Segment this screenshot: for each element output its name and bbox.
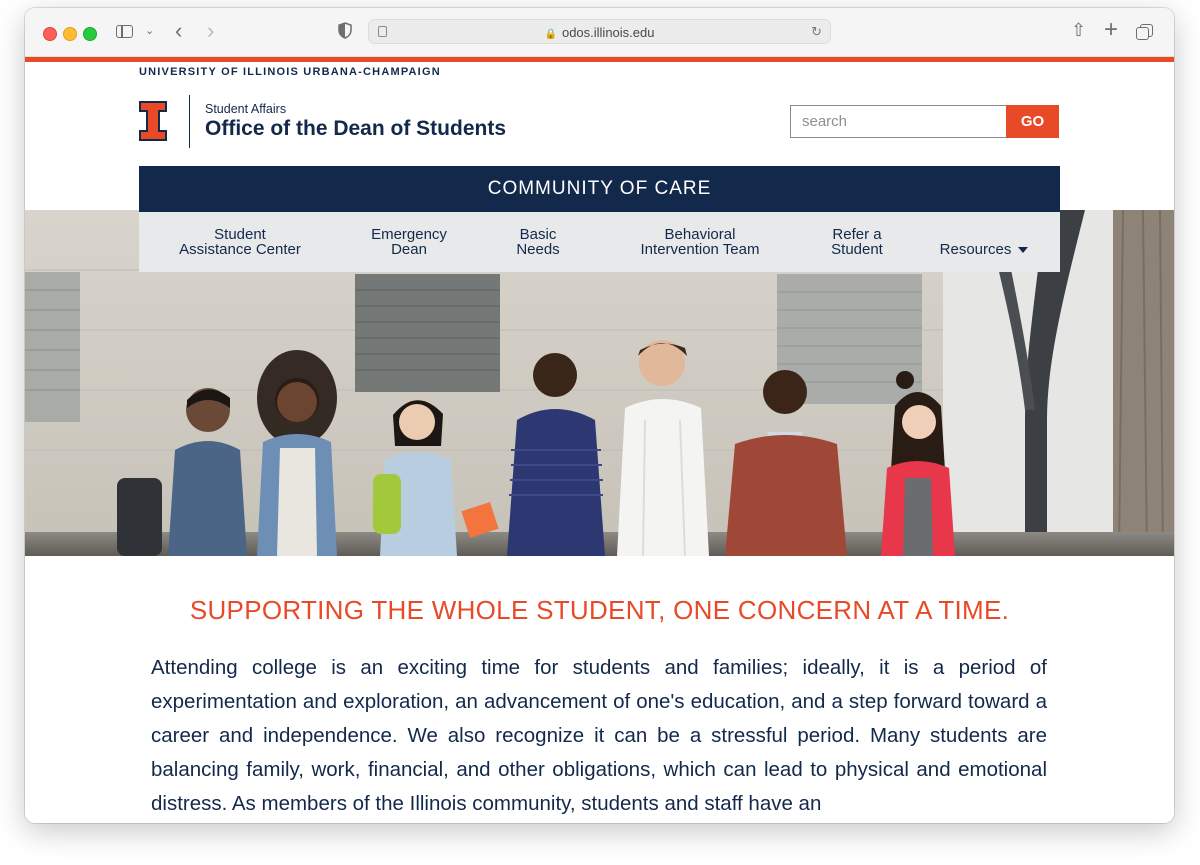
address-bar[interactable]: 🔒 odos.illinois.edu ↻ (368, 19, 831, 44)
nav-resources-dropdown[interactable]: Resources (929, 227, 1039, 257)
main-navigation: Student Assistance Center Emergency Dean… (139, 212, 1060, 272)
sidebar-toggle-icon[interactable] (116, 25, 133, 38)
forward-arrow-icon[interactable]: › (207, 18, 214, 44)
privacy-shield-icon[interactable] (338, 22, 352, 39)
browser-window: ⌄ ‹ › 🔒 odos.illinois.edu ↻ ⇧ + UNIVERSIT… (25, 8, 1174, 823)
zoom-window-button[interactable] (83, 27, 97, 41)
tab-overview-icon[interactable] (1136, 24, 1153, 40)
intro-paragraph: Attending college is an exciting time fo… (151, 656, 1047, 815)
browser-toolbar: ⌄ ‹ › 🔒 odos.illinois.edu ↻ ⇧ + (25, 8, 1174, 57)
minimize-window-button[interactable] (63, 27, 77, 41)
block-i-logo-icon[interactable] (139, 101, 167, 141)
caret-down-icon (1018, 247, 1029, 254)
department-parent-link[interactable]: Student Affairs (205, 102, 286, 116)
nav-refer-a-student[interactable]: Refer a Student (811, 227, 903, 257)
site-title[interactable]: Office of the Dean of Students (205, 117, 506, 141)
close-window-button[interactable] (43, 27, 57, 41)
nav-basic-needs[interactable]: Basic Needs (503, 227, 573, 257)
nav-student-assistance-center[interactable]: Student Assistance Center (161, 227, 319, 257)
web-page: UNIVERSITY OF ILLINOIS URBANA-CHAMPAIGN … (25, 57, 1174, 823)
top-accent-bar (25, 57, 1174, 62)
nav-behavioral-intervention-team[interactable]: Behavioral Intervention Team (621, 227, 779, 257)
search-go-button[interactable]: GO (1006, 105, 1059, 138)
header-divider (189, 95, 190, 148)
reload-icon[interactable]: ↻ (811, 24, 822, 40)
back-arrow-icon[interactable]: ‹ (175, 18, 182, 44)
nav-emergency-dean[interactable]: Emergency Dean (351, 227, 467, 257)
lock-icon: 🔒 (544, 29, 557, 40)
university-wordmark[interactable]: UNIVERSITY OF ILLINOIS URBANA-CHAMPAIGN (139, 66, 441, 78)
new-tab-icon[interactable]: + (1104, 16, 1118, 44)
url-text: odos.illinois.edu (561, 25, 655, 40)
share-icon[interactable]: ⇧ (1071, 20, 1086, 41)
search-input[interactable] (790, 105, 1007, 138)
page-tagline: SUPPORTING THE WHOLE STUDENT, ONE CONCER… (189, 595, 1010, 625)
chevron-down-icon[interactable]: ⌄ (145, 24, 154, 37)
community-of-care-banner[interactable]: COMMUNITY OF CARE (139, 166, 1060, 212)
